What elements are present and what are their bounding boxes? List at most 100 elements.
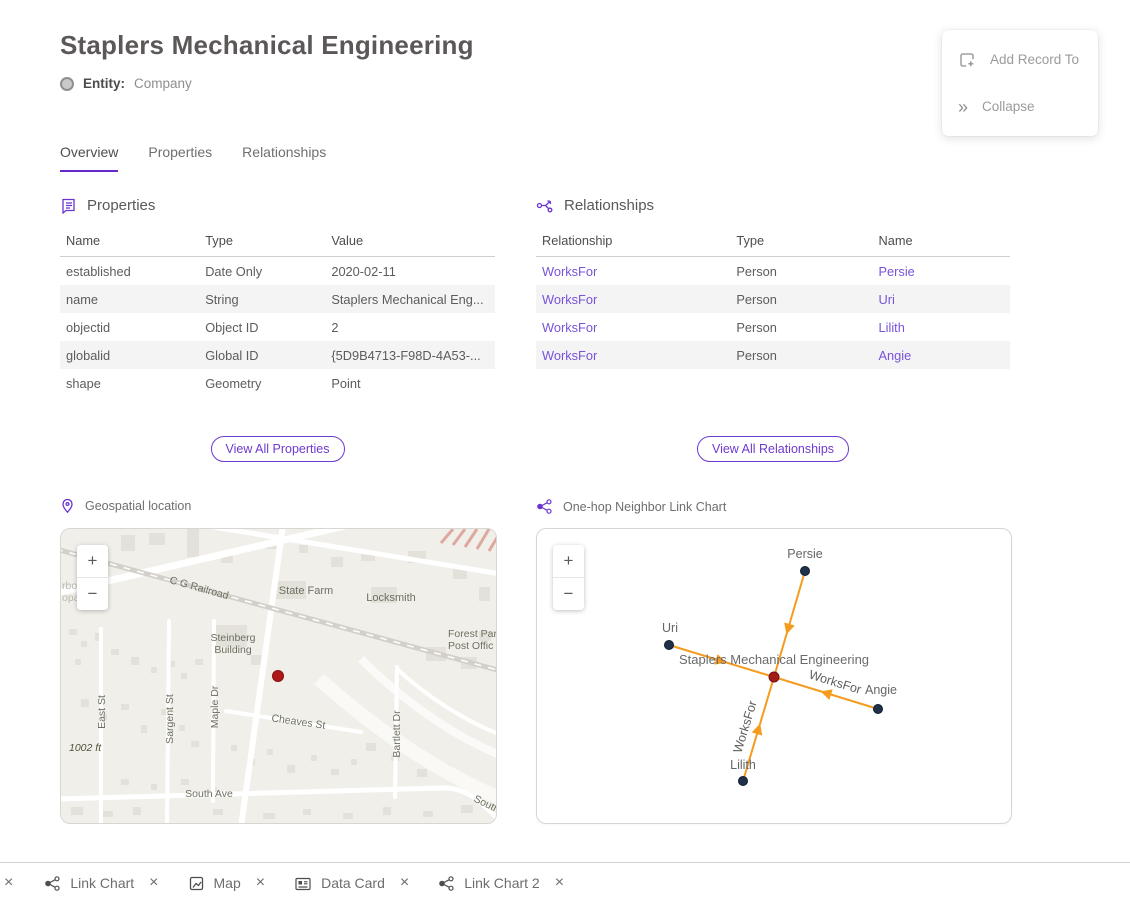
table-cell: 2020-02-11	[325, 257, 495, 286]
link-chart-header: One-hop Neighbor Link Chart	[536, 498, 726, 515]
menu-item-add-record-to[interactable]: Add Record To	[942, 36, 1098, 83]
table-row[interactable]: WorksFor Person Uri	[536, 285, 1010, 313]
record-link[interactable]: Angie	[879, 348, 912, 363]
tab-overview[interactable]: Overview	[60, 144, 118, 172]
node-lilith[interactable]	[739, 777, 748, 786]
table-cell: globalid	[60, 341, 199, 369]
map-label-locksmith: Locksmith	[366, 592, 416, 604]
table-cell: WorksFor	[536, 313, 730, 341]
tab-properties[interactable]: Properties	[148, 144, 212, 172]
bottom-tab-link-chart-2[interactable]: Link Chart 2 ×	[438, 874, 564, 892]
partial-tab-close-button[interactable]: ×	[2, 874, 15, 892]
node-uri[interactable]	[665, 641, 674, 650]
table-cell: Person	[730, 341, 872, 369]
center-node[interactable]	[769, 672, 779, 682]
tab-close-button[interactable]: ×	[149, 874, 158, 892]
record-link[interactable]: Persie	[879, 264, 915, 279]
tab-close-button[interactable]: ×	[256, 874, 265, 892]
bottom-tab-map[interactable]: Map ×	[188, 874, 266, 892]
node-label-lilith: Lilith	[730, 758, 756, 772]
map-zoom-control: + −	[77, 545, 108, 610]
menu-item-collapse[interactable]: » Collapse	[942, 83, 1098, 130]
node-label-angie: Angie	[865, 683, 897, 697]
menu-item-label: Add Record To	[990, 52, 1079, 67]
table-row[interactable]: establishedDate Only2020-02-11	[60, 257, 495, 286]
table-cell: shape	[60, 369, 199, 397]
link-chart-canvas[interactable]: WorksFor WorksFor Staplers Mechanical En…	[537, 529, 1011, 823]
map-icon	[188, 875, 205, 892]
table-cell: WorksFor	[536, 341, 730, 369]
table-row[interactable]: WorksForPersonPersie	[536, 257, 1010, 286]
link-chart-icon	[536, 498, 553, 515]
menu-item-label: Collapse	[982, 99, 1035, 114]
column-header: Name	[873, 225, 1010, 257]
entity-type-dot-icon	[60, 77, 74, 91]
table-cell: objectid	[60, 313, 199, 341]
relationships-section: Relationships Relationship Type Name Wor…	[536, 197, 1010, 369]
record-link[interactable]: WorksFor	[542, 292, 597, 307]
table-row[interactable]: WorksFor Person Angie	[536, 341, 1010, 369]
record-link[interactable]: Lilith	[879, 320, 905, 335]
tab-close-button[interactable]: ×	[400, 874, 409, 892]
column-header: Type	[199, 225, 325, 257]
column-header: Relationship	[536, 225, 730, 257]
node-persie[interactable]	[801, 567, 810, 576]
map-label-bartlett-dr: Bartlett Dr	[391, 710, 403, 758]
center-node-label: Staplers Mechanical Engineering	[679, 652, 869, 667]
node-angie[interactable]	[874, 705, 883, 714]
chart-zoom-control: + −	[553, 545, 584, 610]
geospatial-map[interactable]: rbour opaedics C G Railroad State Farm L…	[60, 528, 497, 824]
map-zoom-out-button[interactable]: −	[77, 578, 108, 610]
view-all-relationships-button[interactable]: View All Relationships	[697, 436, 849, 462]
properties-section: Properties Name Type Value establishedDa…	[60, 197, 495, 397]
map-label-forest-park: Forest Par	[448, 628, 496, 640]
map-canvas[interactable]: rbour opaedics C G Railroad State Farm L…	[61, 529, 496, 823]
map-marker[interactable]	[273, 671, 284, 682]
record-link[interactable]: WorksFor	[542, 320, 597, 335]
map-label-state-farm: State Farm	[279, 585, 333, 597]
edge-label-worksfor-angie: WorksFor	[807, 668, 863, 697]
table-row[interactable]: WorksFor Person Lilith	[536, 313, 1010, 341]
table-cell: WorksFor	[536, 257, 730, 286]
table-row[interactable]: shapeGeometryPoint	[60, 369, 495, 397]
bottom-tab-label: Map	[214, 875, 241, 891]
data-card-icon	[294, 875, 312, 892]
map-pin-icon	[60, 498, 75, 514]
map-zoom-in-button[interactable]: +	[77, 545, 108, 578]
table-cell: {5D9B4713-F98D-4A53-...	[325, 341, 495, 369]
map-label-steinberg-2: Building	[214, 644, 252, 656]
tab-close-button[interactable]: ×	[555, 874, 564, 892]
map-label-east-st: East St	[96, 695, 108, 729]
chart-zoom-out-button[interactable]: −	[553, 578, 584, 610]
chart-zoom-in-button[interactable]: +	[553, 545, 584, 578]
record-link[interactable]: WorksFor	[542, 348, 597, 363]
record-link[interactable]: WorksFor	[542, 264, 597, 279]
table-row[interactable]: objectidObject ID2	[60, 313, 495, 341]
tab-relationships[interactable]: Relationships	[242, 144, 326, 172]
map-scale-text: 1002 ft	[69, 742, 102, 754]
table-cell: Global ID	[199, 341, 325, 369]
properties-table-body: establishedDate Only2020-02-11nameString…	[60, 257, 495, 398]
bottom-tab-data-card[interactable]: Data Card ×	[294, 874, 409, 892]
one-hop-link-chart[interactable]: WorksFor WorksFor Staplers Mechanical En…	[536, 528, 1012, 824]
map-label-forest-park-2: Post Offic	[448, 640, 493, 652]
column-header: Type	[730, 225, 872, 257]
table-cell: established	[60, 257, 199, 286]
tab-bar: Overview Properties Relationships	[60, 144, 326, 172]
record-link[interactable]: Uri	[879, 292, 895, 307]
entity-value: Company	[134, 76, 192, 91]
table-row[interactable]: nameStringStaplers Mechanical Eng...	[60, 285, 495, 313]
relationships-icon	[536, 197, 554, 214]
section-title: Properties	[87, 197, 155, 214]
table-cell: Person	[730, 285, 872, 313]
properties-table: Name Type Value establishedDate Only2020…	[60, 225, 495, 397]
table-cell: Person	[730, 313, 872, 341]
geospatial-header: Geospatial location	[60, 498, 191, 514]
table-cell: Uri	[873, 285, 1010, 313]
table-row[interactable]: globalidGlobal ID{5D9B4713-F98D-4A53-...	[60, 341, 495, 369]
map-label-steinberg: Steinberg	[211, 632, 256, 644]
view-all-properties-button[interactable]: View All Properties	[211, 436, 345, 462]
table-cell: Lilith	[873, 313, 1010, 341]
bottom-tab-link-chart[interactable]: Link Chart ×	[44, 874, 158, 892]
link-chart-icon	[44, 875, 61, 892]
